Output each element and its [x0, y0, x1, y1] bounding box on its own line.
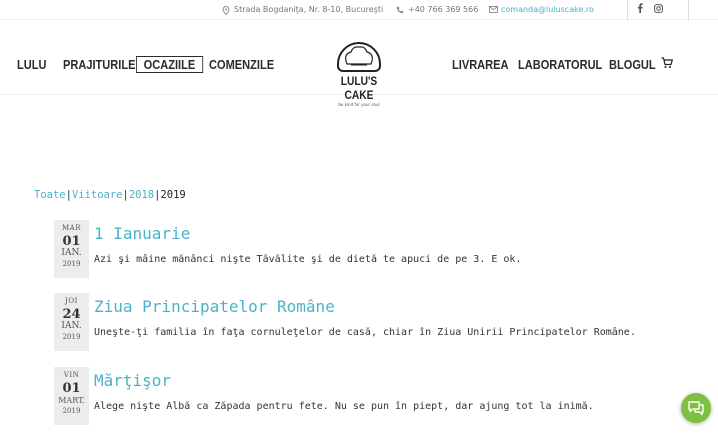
top-info-bar: Strada Bogdaniţa, Nr. 8-10, Bucureşti +4…	[0, 0, 718, 20]
divider	[627, 0, 628, 20]
facebook-icon[interactable]	[637, 3, 643, 16]
location-pin-icon	[222, 5, 230, 15]
year-filter: Toate|Viitoare|2018|2019	[34, 189, 186, 201]
event-date: JOI 24 IAN. 2019	[54, 293, 89, 351]
envelope-icon	[489, 5, 498, 14]
email-link[interactable]: comanda@luluscake.ro	[501, 5, 594, 14]
divider	[688, 0, 689, 20]
event-description: Uneşte-ţi familia în faţa cornuleţelor d…	[94, 327, 636, 338]
event-title[interactable]: 1 Ianuarie	[94, 224, 190, 243]
nav-comenzile[interactable]: COMENZILE	[209, 57, 274, 72]
nav-ocaziile[interactable]: OCAZIILE	[136, 56, 203, 73]
event-title[interactable]: Ziua Principatelor Române	[94, 297, 335, 316]
filter-viitoare[interactable]: Viitoare	[72, 189, 123, 201]
filter-2019[interactable]: 2019	[160, 189, 185, 201]
nav-lulu[interactable]: LULU	[17, 57, 46, 72]
nav-prajiturile[interactable]: PRAJITURILE	[63, 57, 135, 72]
address-text: Strada Bogdaniţa, Nr. 8-10, Bucureşti	[234, 5, 384, 14]
phone-text: +40 766 369 566	[408, 5, 479, 14]
event-description: Alege nişte Albă ca Zăpada pentru fete. …	[94, 401, 594, 412]
cart-icon[interactable]	[661, 57, 674, 72]
event-description: Azi şi mâine mănânci nişte Tăvălite şi d…	[94, 254, 522, 265]
chef-hat-icon	[337, 42, 381, 72]
nav-laboratorul[interactable]: LABORATORUL	[518, 57, 602, 72]
chat-bubble-icon	[688, 401, 704, 416]
filter-2018[interactable]: 2018	[129, 189, 154, 201]
nav-livrarea[interactable]: LIVRAREA	[452, 57, 508, 72]
main-header: LULU PRAJITURILE OCAZIILE COMENZILE LULU…	[0, 20, 718, 107]
event-title[interactable]: Mărţişor	[94, 371, 171, 390]
event-date: MAR 01 IAN. 2019	[54, 220, 89, 278]
instagram-icon[interactable]	[654, 4, 663, 16]
filter-toate[interactable]: Toate	[34, 189, 66, 201]
address: Strada Bogdaniţa, Nr. 8-10, Bucureşti	[222, 5, 384, 15]
logo-name: LULU'S CAKE	[340, 74, 378, 102]
nav-blogul[interactable]: BLOGUL	[609, 57, 656, 72]
logo-tagline: be kind for your soul	[338, 102, 380, 107]
phone[interactable]: +40 766 369 566	[396, 5, 478, 14]
chat-button[interactable]	[681, 393, 711, 423]
event-date: VIN 01 MART. 2019	[54, 367, 89, 425]
logo[interactable]: LULU'S CAKE be kind for your soul	[320, 42, 398, 110]
email[interactable]: comanda@luluscake.ro	[489, 5, 594, 14]
phone-icon	[396, 6, 404, 14]
